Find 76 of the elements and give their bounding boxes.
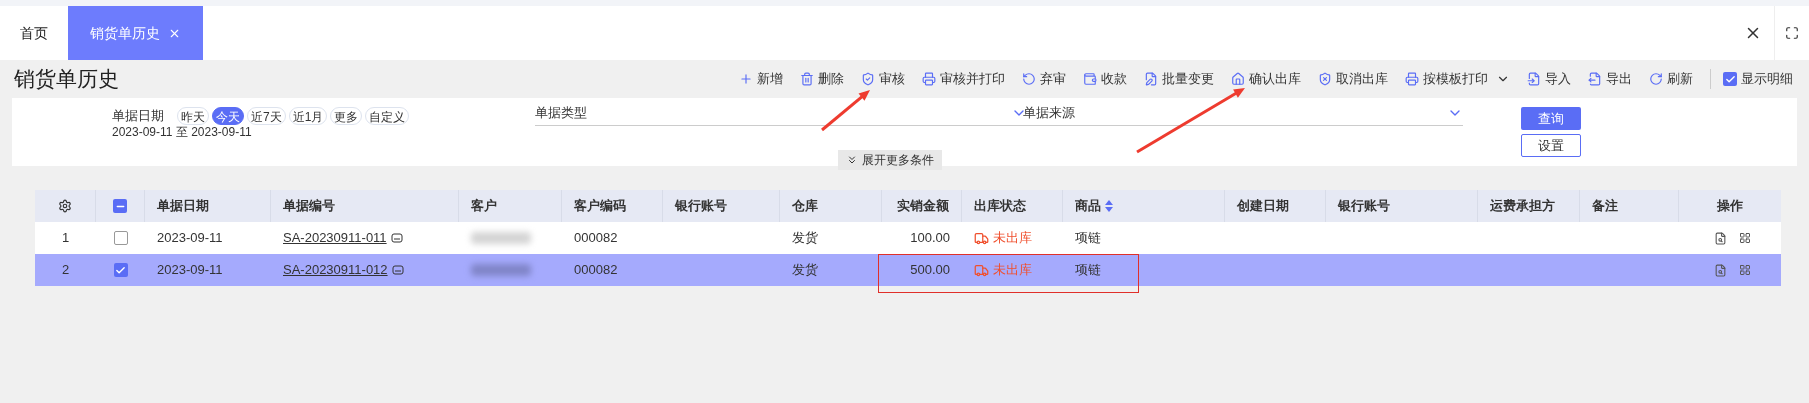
grid-icon[interactable] bbox=[1739, 232, 1751, 244]
table-cell-text: 发货 bbox=[791, 261, 819, 280]
toolbar-button[interactable]: 批量变更 bbox=[1144, 69, 1214, 89]
tab[interactable]: 销货单历史 bbox=[68, 6, 203, 60]
settings-button[interactable]: 设置 bbox=[1521, 134, 1581, 157]
table-cell-text: 100.00 bbox=[909, 229, 951, 248]
column-header: 操作 bbox=[1716, 197, 1744, 216]
toolbar-button[interactable]: 审核并打印 bbox=[922, 69, 1005, 89]
checkbox[interactable] bbox=[113, 263, 128, 277]
table-cell-text: 000082 bbox=[573, 229, 619, 248]
checkbox[interactable] bbox=[113, 231, 128, 245]
refresh-icon bbox=[1649, 72, 1663, 86]
table-cell-text: 000082 bbox=[573, 261, 619, 280]
filter-label: 单据日期 bbox=[112, 107, 164, 125]
file-edit-icon bbox=[1144, 72, 1158, 86]
printer-icon bbox=[1405, 72, 1419, 86]
date-range: 2023-09-11 至 2023-09-11 bbox=[112, 125, 253, 139]
message-icon bbox=[390, 232, 403, 244]
toolbar-button[interactable]: 审核 bbox=[861, 69, 905, 89]
toolbar-button[interactable]: 取消出库 bbox=[1318, 69, 1388, 89]
filter-select[interactable]: 单据来源 bbox=[1023, 100, 1463, 126]
check-icon bbox=[1724, 73, 1736, 85]
settings-icon[interactable] bbox=[58, 199, 72, 213]
undo-icon bbox=[1022, 72, 1036, 86]
grid-icon[interactable] bbox=[1739, 264, 1751, 276]
shield-x-icon bbox=[1318, 72, 1332, 86]
check-icon bbox=[115, 264, 126, 276]
table-cell-text: 2023-09-11 bbox=[156, 229, 224, 248]
order-number-link[interactable]: SA-20230911-011 bbox=[283, 228, 387, 248]
message-icon bbox=[391, 264, 404, 276]
table-cell-text: 项链 bbox=[1074, 229, 1102, 248]
file-import-icon bbox=[1527, 72, 1541, 86]
toolbar-button[interactable]: 刷新 bbox=[1649, 69, 1693, 89]
row-number: 2 bbox=[60, 261, 71, 280]
checkbox[interactable] bbox=[1723, 72, 1737, 86]
toolbar-button[interactable]: 弃审 bbox=[1022, 69, 1066, 89]
toolbar-button[interactable]: 确认出库 bbox=[1231, 69, 1301, 89]
printer-icon bbox=[922, 72, 936, 86]
plus-icon bbox=[739, 72, 753, 86]
annotation-arrow bbox=[821, 90, 870, 132]
table-cell-text: 2023-09-11 bbox=[156, 261, 224, 280]
view-icon[interactable] bbox=[1714, 263, 1727, 277]
toolbar-button[interactable]: 新增 bbox=[739, 69, 783, 89]
toolbar-button[interactable]: 按模板打印 bbox=[1405, 69, 1510, 89]
view-icon[interactable] bbox=[1714, 231, 1727, 245]
blurred-text bbox=[471, 264, 531, 276]
toolbar-button[interactable]: 导入 bbox=[1527, 69, 1571, 89]
truck-icon bbox=[974, 230, 989, 246]
toolbar-button[interactable]: 导出 bbox=[1588, 69, 1632, 89]
wallet-icon bbox=[1083, 72, 1097, 86]
row-number: 1 bbox=[60, 229, 71, 248]
chevrons-down-icon bbox=[846, 154, 858, 166]
trash-icon bbox=[800, 72, 814, 86]
checkbox[interactable] bbox=[113, 199, 127, 213]
table-cell-text: 项链 bbox=[1074, 261, 1102, 280]
show-details-toggle[interactable]: 显示明细 bbox=[1710, 69, 1793, 89]
sort-icon[interactable] bbox=[1105, 200, 1113, 212]
order-number-link[interactable]: SA-20230911-012 bbox=[283, 260, 388, 280]
file-export-icon bbox=[1588, 72, 1602, 86]
tab[interactable]: 首页 bbox=[0, 6, 68, 60]
blurred-text bbox=[471, 232, 531, 244]
table-row[interactable]: 2 2023-09-11 SA-20230911-012 000082 发货 500.00 未出库 项链 bbox=[35, 254, 1781, 286]
house-icon bbox=[1231, 72, 1245, 86]
status-text: 未出库 bbox=[993, 261, 1032, 280]
toolbar-button[interactable]: 删除 bbox=[800, 69, 844, 89]
status-text: 未出库 bbox=[993, 229, 1032, 248]
page-title: 销货单历史 bbox=[14, 66, 119, 93]
shield-icon bbox=[861, 72, 875, 86]
table-cell-text: 发货 bbox=[791, 229, 819, 248]
expand-conditions-button[interactable]: 展开更多条件 bbox=[838, 150, 942, 170]
truck-icon bbox=[974, 262, 989, 278]
query-button[interactable]: 查询 bbox=[1521, 107, 1581, 130]
date-chip[interactable]: 今天 bbox=[212, 106, 244, 125]
fullscreen-icon[interactable] bbox=[1785, 26, 1799, 40]
toolbar-button[interactable]: 收款 bbox=[1083, 69, 1127, 89]
table-cell-text: 500.00 bbox=[909, 261, 951, 280]
